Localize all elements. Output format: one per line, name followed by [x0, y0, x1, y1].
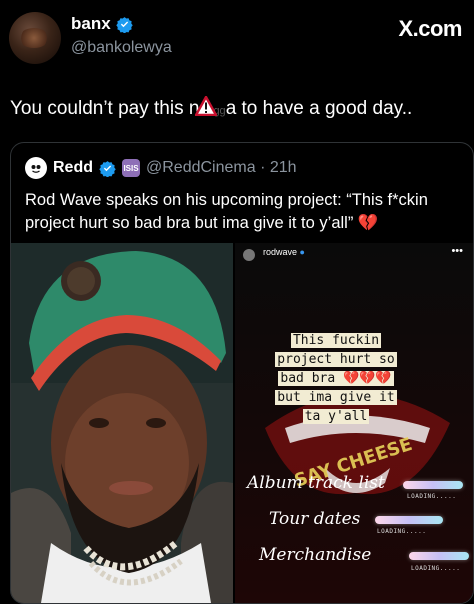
quote-avatar[interactable]: [25, 157, 47, 179]
quote-header: Redd ISIS @ReddCinema · 21h: [25, 157, 297, 179]
quote-author-name[interactable]: Redd: [53, 159, 93, 177]
loading-label: LOADING.....: [411, 565, 461, 572]
x-logo: X.com: [398, 16, 462, 41]
tweet-text: You couldn’t pay this n gga to have a go…: [10, 94, 412, 120]
story-item-album-track-list: Album track list: [247, 473, 385, 493]
tweet-text-part2: a to have a good day..: [225, 98, 413, 119]
author-name[interactable]: banx: [71, 14, 111, 34]
verified-badge-icon: [115, 16, 133, 33]
instagram-story-screenshot[interactable]: rodwave ● ••• SAY CHEESE This fuckin pro…: [235, 243, 473, 603]
rod-wave-photo[interactable]: [11, 243, 233, 603]
loading-label: LOADING.....: [407, 493, 457, 500]
warning-icon: [195, 95, 218, 122]
loading-bar: [403, 481, 463, 489]
loading-bar: [409, 552, 469, 560]
story-item-tour-dates: Tour dates: [269, 509, 361, 529]
author-avatar[interactable]: [9, 12, 61, 64]
verified-badge-icon: [99, 160, 116, 177]
quoted-tweet[interactable]: Redd ISIS @ReddCinema · 21h Rod Wave spe…: [10, 142, 474, 604]
caption-line: ta y'all: [302, 409, 370, 424]
quote-media[interactable]: rodwave ● ••• SAY CHEESE This fuckin pro…: [11, 243, 473, 603]
story-item-merchandise: Merchandise: [259, 545, 372, 565]
author-name-row[interactable]: banx: [71, 14, 133, 34]
affiliate-badge: ISIS: [122, 159, 140, 177]
author-handle[interactable]: @bankolewya: [71, 39, 172, 57]
tweet-text-part1: You couldn’t pay this n: [10, 98, 200, 119]
tweet-header: banx @bankolewya X.com: [0, 0, 474, 70]
caption-line: but ima give it: [275, 390, 397, 405]
loading-label: LOADING.....: [377, 528, 427, 535]
story-caption: This fuckin project hurt so bad bra 💔💔💔 …: [251, 331, 421, 426]
selfie-image: [11, 243, 233, 603]
caption-line: This fuckin: [290, 333, 382, 348]
caption-line: bad bra 💔💔💔: [278, 371, 394, 386]
quote-text: Rod Wave speaks on his upcoming project:…: [25, 191, 428, 232]
loading-bar: [375, 516, 443, 524]
quote-handle-time[interactable]: @ReddCinema · 21h: [146, 159, 297, 177]
caption-line: project hurt so: [275, 352, 397, 367]
